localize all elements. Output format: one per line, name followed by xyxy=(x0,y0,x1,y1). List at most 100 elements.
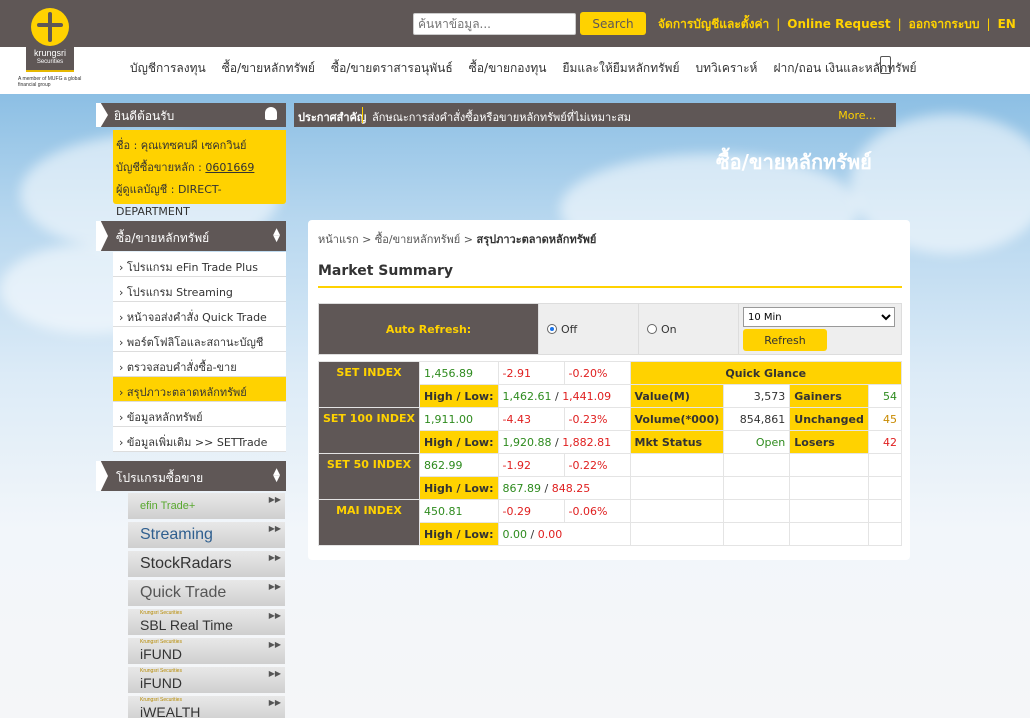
program-list: efin Trade+ ▶▶ Streaming ▶▶ StockRadars ▶▶ … xyxy=(128,493,285,718)
menu-item-streaming[interactable]: › โปรแกรม Streaming xyxy=(113,277,286,302)
logo-sub: Securities xyxy=(36,59,64,65)
low-value: 1,441.09 xyxy=(562,389,612,403)
customer-name: ชื่อ : คุณเทซคบผี เซคกวินย์ xyxy=(116,139,247,152)
program-sub: Krungsri Securities xyxy=(140,668,182,674)
empty-cell xyxy=(629,453,725,477)
empty-cell xyxy=(629,476,725,500)
breadcrumb-current: สรุปภาวะตลาดหลักทรัพย์ xyxy=(476,233,597,246)
high-value: 1,462.61 xyxy=(502,389,552,403)
arrow-icon: ▶▶ xyxy=(268,582,281,591)
breadcrumb-sep: > xyxy=(358,233,375,246)
program-stockradars[interactable]: StockRadars ▶▶ xyxy=(128,551,285,577)
low-value: 0.00 xyxy=(537,527,563,541)
main-nav: บัญชีการลงทุน ซื้อ/ขายหลักทรัพย์ ซื้อ/ขายต… xyxy=(0,47,1030,94)
high-value: 867.89 xyxy=(502,481,542,495)
bell-icon[interactable] xyxy=(265,107,277,120)
radio-on-button[interactable] xyxy=(647,323,657,334)
program-ifund[interactable]: Krungsri Securities iFUND ▶▶ xyxy=(128,667,285,693)
program-quick-trade[interactable]: Quick Trade ▶▶ xyxy=(128,580,285,606)
expand-collapse-icon[interactable]: ▲ ▼ xyxy=(273,228,280,244)
arrow-icon: ▶▶ xyxy=(268,524,281,533)
menu-item-order-check[interactable]: › ตรวจสอบคำสั่งซื้อ-ขาย xyxy=(113,352,286,377)
breadcrumb-home[interactable]: หน้าแรก xyxy=(318,233,359,246)
program-ifund-new[interactable]: Krungsri Securities iFUND ▶▶ xyxy=(128,638,285,664)
program-sbl[interactable]: Krungsri Securities SBL Real Time ▶▶ xyxy=(128,609,285,635)
nav-item-investment-account[interactable]: บัญชีการลงทุน xyxy=(130,59,206,78)
logout-link[interactable]: ออกจากระบบ xyxy=(909,15,980,34)
programs-menu-header[interactable]: โปรแกรมซื้อขาย ▲ ▼ xyxy=(96,461,286,491)
expand-collapse-icon[interactable]: ▲ ▼ xyxy=(273,468,280,484)
program-label: Quick Trade xyxy=(140,584,227,601)
program-iwealth[interactable]: Krungsri Securities iWEALTH ▶▶ xyxy=(128,696,285,718)
index-change: -1.92 xyxy=(497,453,565,477)
online-request-link[interactable]: Online Request xyxy=(787,17,890,31)
program-streaming[interactable]: Streaming ▶▶ xyxy=(128,522,285,548)
index-value: 1,456.89 xyxy=(419,361,499,385)
nav-item-derivatives[interactable]: ซื้อ/ขายตราสารอนุพันธ์ xyxy=(331,59,453,78)
qg-gainers-label: Gainers xyxy=(789,384,869,408)
program-label: efin Trade+ xyxy=(140,500,196,512)
program-label: iWEALTH xyxy=(140,704,201,718)
nav-item-deposit-withdraw[interactable]: ฝาก/ถอน เงินและหลักทรัพย์ xyxy=(773,59,916,78)
section-title: Market Summary xyxy=(318,263,453,279)
page-title: ซื้อ/ขายหลักทรัพย์ xyxy=(716,150,872,174)
high-low-label: High / Low: xyxy=(419,476,499,500)
logo-emblem-icon xyxy=(31,8,69,46)
arrow-icon: ▶▶ xyxy=(268,640,281,649)
radio-on-label: On xyxy=(661,322,677,336)
securities-menu-header[interactable]: ซื้อ/ขายหลักทรัพย์ ▲ ▼ xyxy=(96,221,286,251)
empty-cell xyxy=(723,522,791,546)
radio-on[interactable]: On xyxy=(638,303,739,355)
search-input[interactable] xyxy=(413,13,576,35)
menu-item-settrade[interactable]: › ข้อมูลเพิ่มเติม >> SETTrade xyxy=(113,427,286,452)
slash: / xyxy=(551,435,563,449)
empty-cell xyxy=(789,476,869,500)
index-value: 1,911.00 xyxy=(419,407,499,431)
more-link[interactable]: More... xyxy=(838,109,876,122)
language-link[interactable]: EN xyxy=(998,17,1016,31)
top-links: จัดการบัญชีและตั้งค่า | Online Request | ออก… xyxy=(658,15,1016,34)
programs-title: โปรแกรมซื้อขาย xyxy=(116,471,204,485)
breadcrumb-parent[interactable]: ซื้อ/ขายหลักทรัพย์ xyxy=(375,233,460,246)
menu-item-market-summary[interactable]: › สรุปภาวะตลาดหลักทรัพย์ xyxy=(113,377,286,402)
search-button[interactable]: Search xyxy=(580,12,646,35)
high-low-label: High / Low: xyxy=(419,430,499,454)
index-name: MAI INDEX xyxy=(318,499,420,546)
nav-item-research[interactable]: บทวิเคราะห์ xyxy=(696,59,758,78)
interval-select[interactable]: 10 Min xyxy=(743,307,895,327)
account-number-link[interactable]: 0601669 xyxy=(205,161,254,174)
empty-cell xyxy=(867,476,903,500)
menu-item-efin[interactable]: › โปรแกรม eFin Trade Plus xyxy=(113,252,286,277)
interval-cell: 10 Min Refresh xyxy=(738,303,902,355)
empty-cell xyxy=(789,453,869,477)
arrow-icon: ▶▶ xyxy=(268,495,281,504)
account-settings-link[interactable]: จัดการบัญชีและตั้งค่า xyxy=(658,15,769,34)
nav-item-funds[interactable]: ซื้อ/ขายกองทุน xyxy=(469,59,547,78)
menu-item-quick-trade[interactable]: › หน้าจอส่งคำสั่ง Quick Trade xyxy=(113,302,286,327)
radio-off[interactable]: Off xyxy=(538,303,639,355)
empty-cell xyxy=(629,522,725,546)
program-efin[interactable]: efin Trade+ ▶▶ xyxy=(128,493,285,519)
krungsri-logo[interactable]: krungsri Securities xyxy=(26,0,74,72)
nav-item-sbl[interactable]: ยืมและให้ยืมหลักทรัพย์ xyxy=(562,59,679,78)
divider xyxy=(362,107,363,123)
radio-off-button[interactable] xyxy=(547,323,557,334)
mufg-member-text: A member of MUFG a global financial grou… xyxy=(18,76,82,88)
index-pct: -0.20% xyxy=(563,361,631,385)
refresh-button[interactable]: Refresh xyxy=(743,329,827,351)
index-value: 450.81 xyxy=(419,499,499,523)
qg-unchanged: 45 xyxy=(867,407,903,431)
index-pct: -0.23% xyxy=(563,407,631,431)
radio-off-label: Off xyxy=(561,322,578,336)
top-header: Search จัดการบัญชีและตั้งค่า|Online Requ… xyxy=(0,0,1030,47)
nav-item-securities[interactable]: ซื้อ/ขายหลักทรัพย์ xyxy=(222,59,315,78)
announcement-text[interactable]: ลักษณะการส่งคำสั่งซื้อหรือขายหลักทรัพย์ท… xyxy=(372,108,631,126)
breadcrumb-sep: > xyxy=(460,233,477,246)
menu-item-portfolio[interactable]: › พอร์ตโฟลิโอและสถานะบัญชี xyxy=(113,327,286,352)
index-pct: -0.22% xyxy=(563,453,631,477)
program-sub: Krungsri Securities xyxy=(140,697,182,703)
menu-item-stock-info[interactable]: › ข้อมูลหลักทรัพย์ xyxy=(113,402,286,427)
mobile-phone-icon[interactable] xyxy=(880,56,891,74)
program-label: Streaming xyxy=(140,526,213,543)
empty-cell xyxy=(723,499,791,523)
